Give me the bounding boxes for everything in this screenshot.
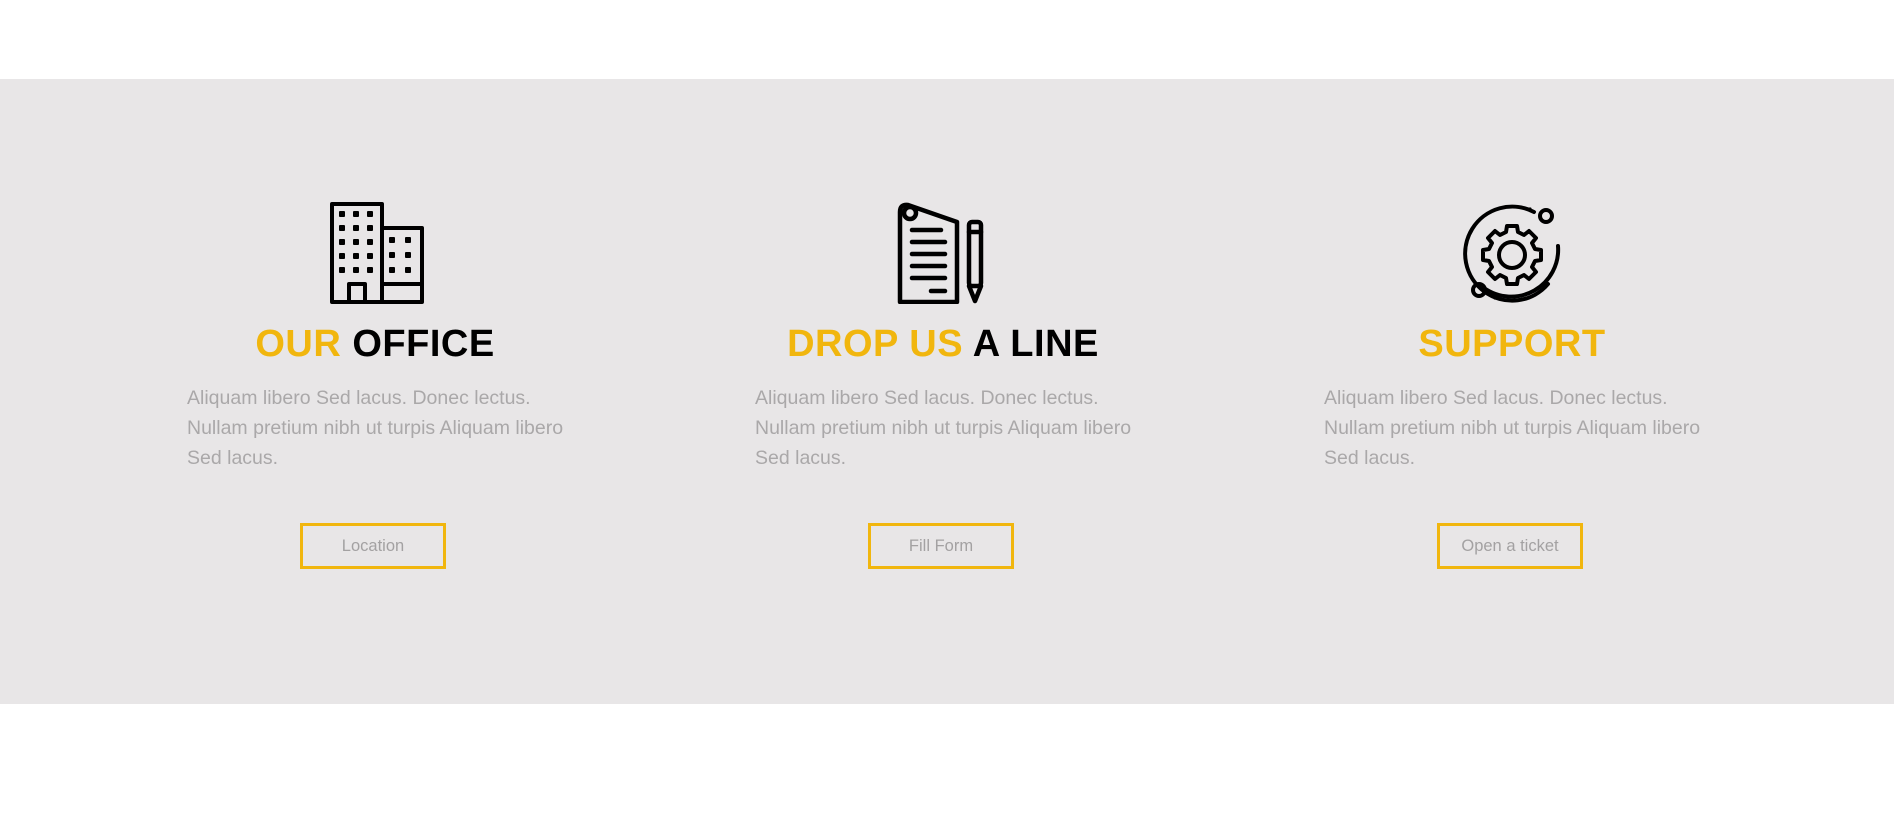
- office-title: OUR OFFICE: [165, 322, 585, 366]
- drop-line-title: DROP US A LINE: [733, 322, 1153, 366]
- contact-section: OUR OFFICE Aliquam libero Sed lacus. Don…: [0, 79, 1894, 704]
- drop-line-title-dark: A LINE: [972, 323, 1099, 365]
- office-title-dark: OFFICE: [352, 323, 495, 365]
- support-description: Aliquam libero Sed lacus. Donec lectus. …: [1324, 387, 1701, 469]
- document-pencil-icon: [893, 202, 993, 304]
- support-card: SUPPORT Aliquam libero Sed lacus. Donec …: [1302, 79, 1722, 704]
- drop-line-title-accent: DROP US: [787, 323, 964, 365]
- office-description: Aliquam libero Sed lacus. Donec lectus. …: [187, 387, 564, 469]
- fill-form-button[interactable]: Fill Form: [868, 523, 1014, 569]
- support-title-accent: SUPPORT: [1418, 323, 1606, 365]
- support-title: SUPPORT: [1302, 322, 1722, 366]
- drop-line-description: Aliquam libero Sed lacus. Donec lectus. …: [755, 387, 1132, 469]
- location-button[interactable]: Location: [300, 523, 446, 569]
- office-building-icon: [325, 202, 425, 304]
- gear-support-icon: [1462, 202, 1562, 304]
- open-ticket-button[interactable]: Open a ticket: [1437, 523, 1583, 569]
- office-card: OUR OFFICE Aliquam libero Sed lacus. Don…: [165, 79, 585, 704]
- drop-line-card: DROP US A LINE Aliquam libero Sed lacus.…: [733, 79, 1153, 704]
- office-title-accent: OUR: [255, 323, 342, 365]
